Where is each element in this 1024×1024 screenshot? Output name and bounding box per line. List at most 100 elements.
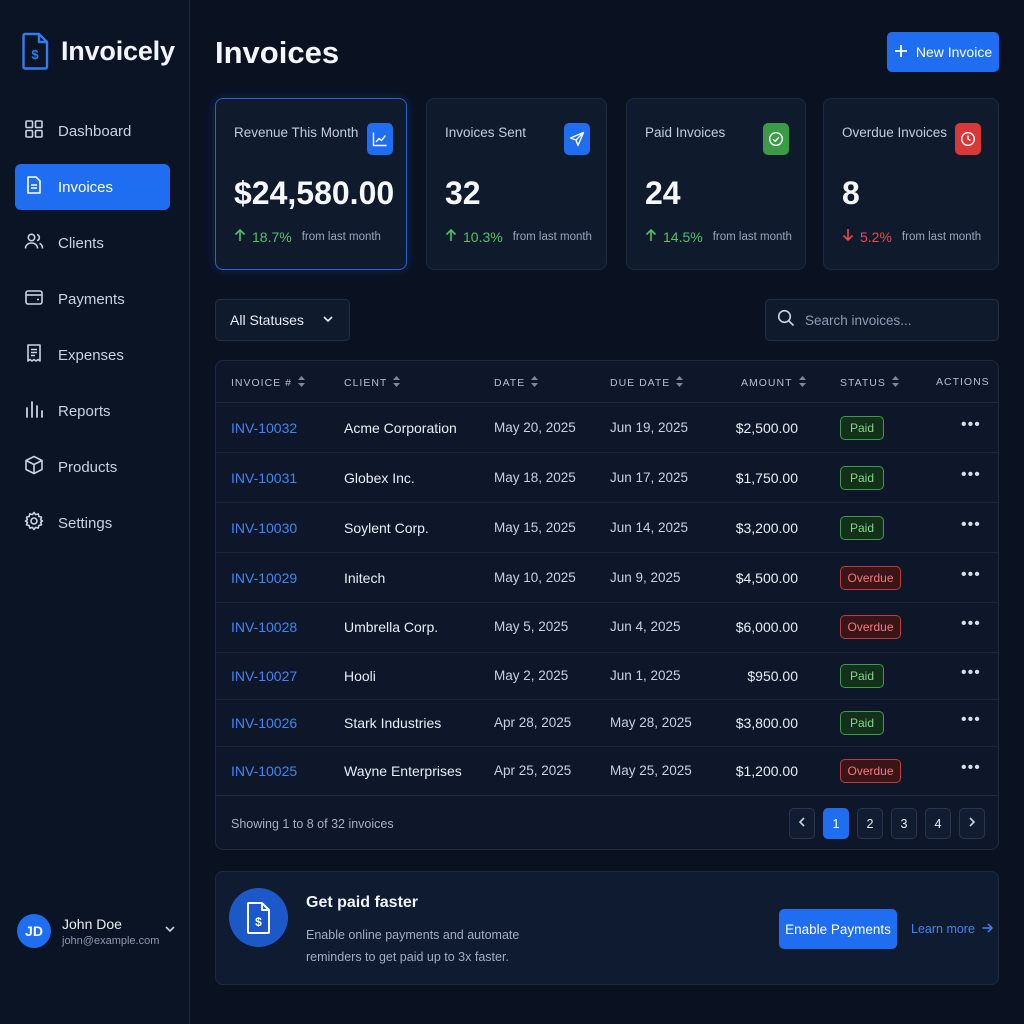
amount: $1,200.00 <box>735 763 798 779</box>
sidebar-item-clients[interactable]: Clients <box>15 220 170 266</box>
column-header-label: STATUS <box>840 377 886 389</box>
receipt-icon <box>24 343 44 367</box>
more-actions-icon[interactable]: ••• <box>961 759 981 777</box>
learn-more-link[interactable]: Learn more <box>911 922 993 936</box>
enable-payments-button[interactable]: Enable Payments <box>779 909 897 949</box>
table-row: INV-10032 Acme Corporation May 20, 2025 … <box>216 403 998 453</box>
invoice-number-link[interactable]: INV-10026 <box>231 715 297 731</box>
column-header-label: DUE DATE <box>610 377 671 389</box>
stat-trend-value: 18.7% <box>252 228 292 245</box>
column-header-status[interactable]: STATUS <box>840 376 899 390</box>
promo-description: Enable online payments and automate remi… <box>306 928 520 964</box>
invoice-number-link[interactable]: INV-10032 <box>231 420 297 436</box>
chevron-down-icon[interactable] <box>163 922 177 941</box>
search-input[interactable] <box>805 312 985 328</box>
app-root: $ Invoicely Dashboard Invoices Clients P… <box>0 0 1024 1024</box>
column-header-client[interactable]: CLIENT <box>344 376 401 390</box>
search-box <box>765 299 999 341</box>
sidebar-item-expenses[interactable]: Expenses <box>15 332 170 378</box>
invoice-number-link[interactable]: INV-10031 <box>231 470 297 486</box>
user-name: John Doe <box>62 915 122 932</box>
page-button-1[interactable]: 1 <box>823 808 849 839</box>
grid-icon <box>24 119 44 143</box>
client-name: Globex Inc. <box>344 470 415 486</box>
more-actions-icon[interactable]: ••• <box>961 566 981 584</box>
status-badge: Paid <box>840 416 884 440</box>
document-icon <box>24 175 44 199</box>
stat-trend: 5.2% from last month <box>842 228 981 245</box>
pagination-summary: Showing 1 to 8 of 32 invoices <box>231 817 394 831</box>
more-actions-icon[interactable]: ••• <box>961 615 981 633</box>
status-filter-select[interactable]: All Statuses <box>215 299 350 341</box>
column-header-invoice[interactable]: INVOICE # <box>231 376 305 390</box>
stat-label: Paid Invoices <box>645 125 726 140</box>
amount: $3,200.00 <box>735 520 798 536</box>
stat-card-revenue: Revenue This Month $24,580.00 18.7% from… <box>215 98 407 270</box>
sort-icon <box>531 376 539 390</box>
page-button-3[interactable]: 3 <box>891 808 917 839</box>
box-icon <box>24 455 44 479</box>
column-header-actions: ACTIONS <box>936 376 990 388</box>
column-header-label: ACTIONS <box>936 376 990 388</box>
sidebar-item-label: Reports <box>58 402 111 420</box>
stat-value: 32 <box>445 175 481 211</box>
chevron-right-icon <box>967 816 977 831</box>
invoice-number-link[interactable]: INV-10029 <box>231 570 297 586</box>
brand[interactable]: $ Invoicely <box>22 32 175 70</box>
user-menu[interactable]: JD John Doe john@example.com <box>17 914 177 948</box>
column-header-due-date[interactable]: DUE DATE <box>610 376 684 390</box>
sidebar-item-label: Expenses <box>58 346 124 364</box>
page-button-4[interactable]: 4 <box>925 808 951 839</box>
sort-icon <box>297 376 305 390</box>
chevron-left-icon <box>797 816 807 831</box>
sidebar-item-label: Payments <box>58 290 125 308</box>
sidebar-item-dashboard[interactable]: Dashboard <box>15 108 170 154</box>
amount: $3,800.00 <box>735 715 798 731</box>
svg-text:$: $ <box>31 47 39 62</box>
sidebar-item-invoices[interactable]: Invoices <box>15 164 170 210</box>
column-header-amount[interactable]: AMOUNT <box>741 376 806 390</box>
table-row: INV-10029 Initech May 10, 2025 Jun 9, 20… <box>216 553 998 603</box>
status-badge: Paid <box>840 711 884 735</box>
sidebar-item-payments[interactable]: Payments <box>15 276 170 322</box>
stat-trend: 18.7% from last month <box>234 228 381 245</box>
next-page-button[interactable] <box>959 808 985 839</box>
status-badge: Paid <box>840 466 884 490</box>
stat-trend-value: 10.3% <box>463 228 503 245</box>
new-invoice-button[interactable]: New Invoice <box>887 32 999 72</box>
page-button-2[interactable]: 2 <box>857 808 883 839</box>
previous-page-button[interactable] <box>789 808 815 839</box>
invoice-number-link[interactable]: INV-10030 <box>231 520 297 536</box>
client-name: Acme Corporation <box>344 420 457 436</box>
arrow-right-icon <box>982 922 993 936</box>
more-actions-icon[interactable]: ••• <box>961 664 981 682</box>
sidebar-item-label: Products <box>58 458 118 476</box>
users-icon <box>24 231 44 255</box>
client-name: Wayne Enterprises <box>344 763 462 779</box>
stat-label: Revenue This Month <box>234 125 359 140</box>
invoice-number-link[interactable]: INV-10027 <box>231 668 297 684</box>
sidebar-item-products[interactable]: Products <box>15 444 170 490</box>
invoice-number-link[interactable]: INV-10025 <box>231 763 297 779</box>
column-header-date[interactable]: DATE <box>494 376 539 390</box>
sidebar-item-reports[interactable]: Reports <box>15 388 170 434</box>
invoice-dollar-icon: $ <box>229 888 288 947</box>
invoice-number-link[interactable]: INV-10028 <box>231 619 297 635</box>
more-actions-icon[interactable]: ••• <box>961 466 981 484</box>
more-actions-icon[interactable]: ••• <box>961 416 981 434</box>
sidebar-item-settings[interactable]: Settings <box>15 500 170 546</box>
column-header-label: INVOICE # <box>231 377 292 389</box>
stat-label: Invoices Sent <box>445 125 527 140</box>
due-date: Jun 9, 2025 <box>610 570 681 585</box>
sidebar-nav: Dashboard Invoices Clients Payments Expe… <box>15 108 170 556</box>
status-badge: Paid <box>840 516 884 540</box>
arrow-down-icon <box>842 228 854 245</box>
client-name: Hooli <box>344 668 376 684</box>
status-badge: Overdue <box>840 566 901 590</box>
due-date: Jun 14, 2025 <box>610 520 689 535</box>
invoice-date: May 10, 2025 <box>494 570 576 585</box>
more-actions-icon[interactable]: ••• <box>961 516 981 534</box>
gear-icon <box>24 511 44 535</box>
column-header-label: DATE <box>494 377 526 389</box>
more-actions-icon[interactable]: ••• <box>961 711 981 729</box>
